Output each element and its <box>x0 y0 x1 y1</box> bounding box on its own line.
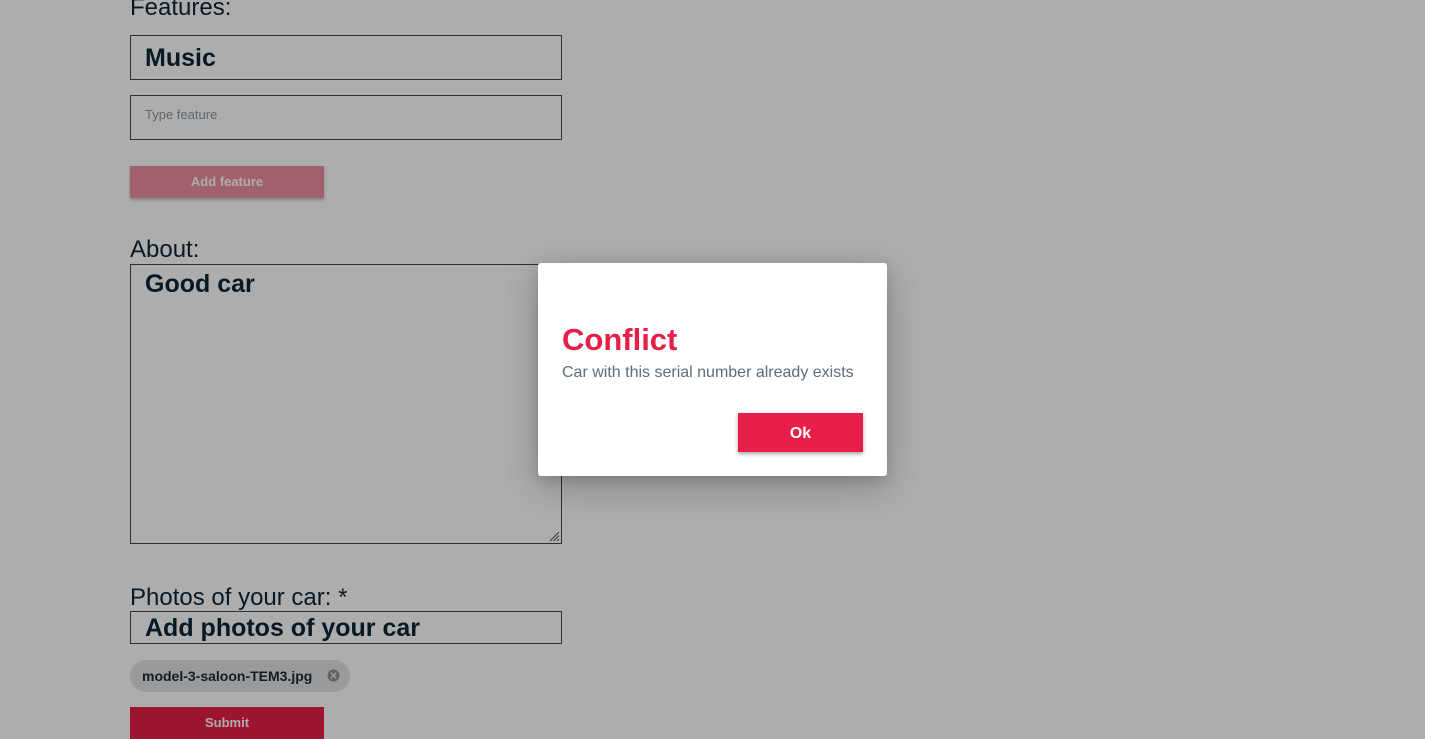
ok-button[interactable]: Ok <box>738 413 863 452</box>
conflict-dialog: Conflict Car with this serial number alr… <box>538 263 887 476</box>
car-form-page: Features: Music Type feature Add feature… <box>0 0 1425 739</box>
scrollbar-track[interactable] <box>1425 0 1440 739</box>
dialog-title: Conflict <box>562 322 678 357</box>
dialog-message: Car with this serial number already exis… <box>562 364 854 381</box>
